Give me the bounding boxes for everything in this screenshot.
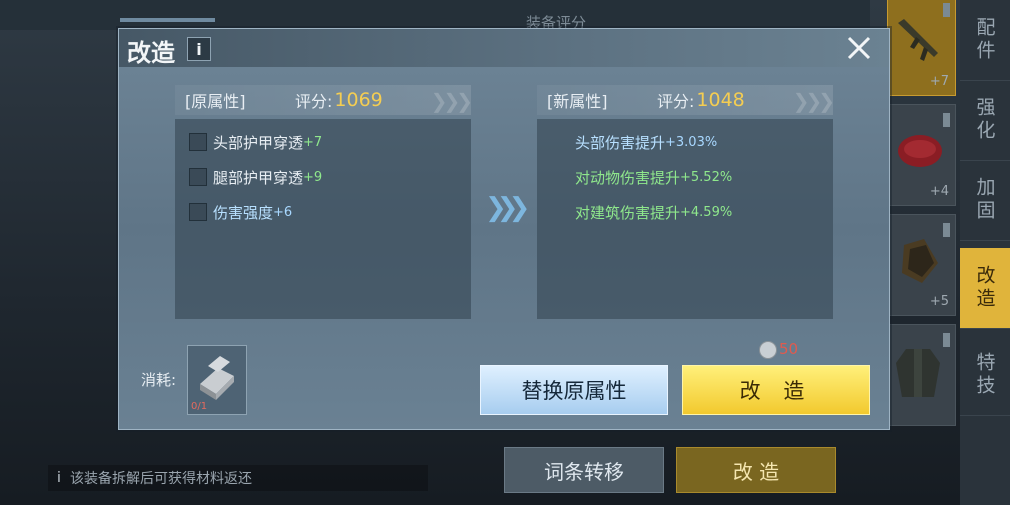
attribute-name: 腿部护甲穿透 xyxy=(213,168,304,187)
glove-icon xyxy=(902,239,938,283)
armor-icon xyxy=(896,349,940,397)
score-label: 评分: xyxy=(295,92,333,111)
new-attribute-row: 对动物伤害提升 +5.52% xyxy=(575,166,732,188)
hint-text: 该装备拆解后可获得材料返还 xyxy=(70,471,252,487)
tab-enhance[interactable]: 强化 xyxy=(960,80,1010,161)
tab-reform[interactable]: 改造 xyxy=(960,248,1010,329)
item-badge xyxy=(943,223,950,237)
item-card-armor[interactable] xyxy=(887,324,956,426)
item-badge xyxy=(943,113,950,127)
attribute-name: 对建筑伤害提升 xyxy=(575,203,681,222)
score-label: 评分: xyxy=(657,92,695,111)
item-card-helmet[interactable]: +4 xyxy=(887,104,956,206)
dialog-header: 改造 i xyxy=(119,29,889,67)
attribute-name: 对动物伤害提升 xyxy=(575,168,681,187)
coin-cost: 50 xyxy=(779,340,799,358)
close-button[interactable] xyxy=(841,31,877,65)
tab-accessories[interactable]: 配件 xyxy=(960,0,1010,81)
original-attribute-row: 头部护甲穿透 +7 xyxy=(189,131,322,153)
attribute-value: +7 xyxy=(303,134,323,150)
reform-button[interactable]: 改 造 xyxy=(682,365,870,415)
material-count: 0/1 xyxy=(191,401,208,412)
side-tab-bar: 配件 强化 加固 改造 特技 xyxy=(960,0,1010,505)
info-button[interactable]: i xyxy=(187,37,211,61)
new-attribute-row: 头部伤害提升 +3.03% xyxy=(575,131,717,153)
item-badge xyxy=(943,3,950,17)
transfer-arrow-icon: ❯❯❯ xyxy=(485,193,530,223)
attribute-name: 伤害强度 xyxy=(213,203,274,222)
original-attributes-list: 头部护甲穿透 +7 腿部护甲穿透 +9 伤害强度 +6 xyxy=(175,119,471,319)
chevron-decor-icon: ❯❯❯ xyxy=(792,89,835,113)
dismantle-hint: i 该装备拆解后可获得材料返还 xyxy=(48,465,428,491)
original-attribute-row: 腿部护甲穿透 +9 xyxy=(189,166,322,188)
original-attributes-header: [原属性] 评分: 1069 ❯❯❯ xyxy=(175,85,473,115)
info-icon: i xyxy=(57,470,61,486)
rifle-icon xyxy=(898,19,938,61)
original-score: 1069 xyxy=(334,89,383,111)
equipment-item-column: +7 +4 +5 xyxy=(887,0,957,505)
metal-ingot-icon xyxy=(200,356,234,400)
item-plus-level: +7 xyxy=(929,74,949,89)
replace-attributes-button[interactable]: 替换原属性 xyxy=(480,365,668,415)
item-card-glove[interactable]: +5 xyxy=(887,214,956,316)
attribute-value: +4.59% xyxy=(680,204,733,220)
new-attributes-tag: [新属性] xyxy=(547,92,608,111)
dialog-title: 改造 xyxy=(127,39,175,67)
new-attribute-row: 对建筑伤害提升 +4.59% xyxy=(575,201,732,223)
top-accent-bar xyxy=(120,18,215,22)
item-card-rifle[interactable]: +7 xyxy=(887,0,956,96)
tab-special-skill[interactable]: 特技 xyxy=(960,335,1010,416)
material-slot[interactable]: 0/1 xyxy=(187,345,247,415)
cost-label: 消耗: xyxy=(141,371,177,389)
background-reform-button[interactable]: 改 造 xyxy=(676,447,836,493)
entry-transfer-button[interactable]: 词条转移 xyxy=(504,447,664,493)
chevron-decor-icon: ❯❯❯ xyxy=(430,89,473,113)
attribute-value: +6 xyxy=(273,204,293,220)
original-attributes-tag: [原属性] xyxy=(185,92,246,111)
attribute-name: 头部护甲穿透 xyxy=(213,133,304,152)
reform-dialog: 改造 i [原属性] 评分: 1069 ❯❯❯ 头部护甲穿透 +7 腿部护甲穿透… xyxy=(118,28,890,430)
item-badge xyxy=(943,333,950,347)
silver-coin-icon xyxy=(759,341,777,359)
original-attribute-row: 伤害强度 +6 xyxy=(189,201,292,223)
lock-checkbox[interactable] xyxy=(189,168,207,186)
close-icon xyxy=(847,36,871,60)
attribute-value: +5.52% xyxy=(680,169,733,185)
lock-checkbox[interactable] xyxy=(189,133,207,151)
lock-checkbox[interactable] xyxy=(189,203,207,221)
helmet-icon xyxy=(898,135,942,167)
item-plus-level: +5 xyxy=(929,294,949,309)
top-strip xyxy=(0,0,870,30)
item-plus-level: +4 xyxy=(929,184,949,199)
tab-reinforce[interactable]: 加固 xyxy=(960,160,1010,241)
attribute-value: +3.03% xyxy=(665,134,718,150)
attribute-value: +9 xyxy=(303,169,323,185)
new-attributes-list: 头部伤害提升 +3.03% 对动物伤害提升 +5.52% 对建筑伤害提升 +4.… xyxy=(537,119,833,319)
new-attributes-header: [新属性] 评分: 1048 ❯❯❯ xyxy=(537,85,835,115)
attribute-name: 头部伤害提升 xyxy=(575,133,666,152)
new-score: 1048 xyxy=(696,89,745,111)
